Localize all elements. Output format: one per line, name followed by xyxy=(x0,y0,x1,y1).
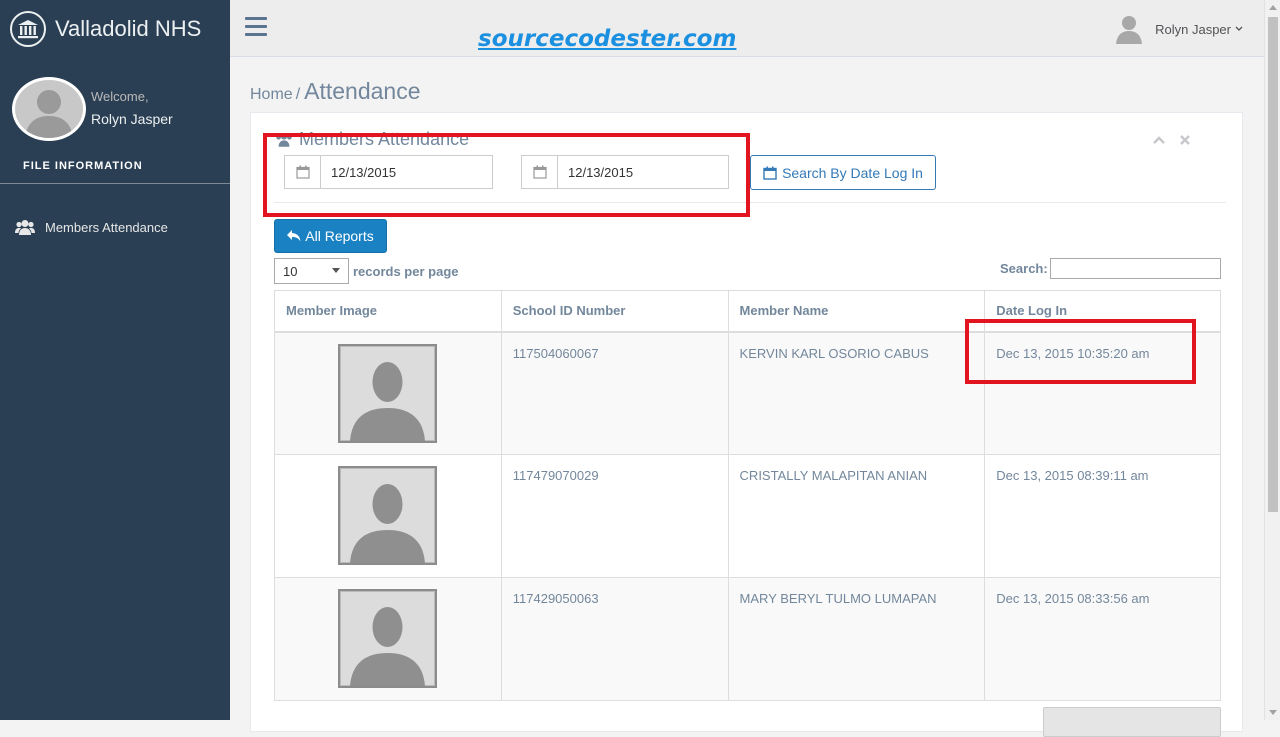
breadcrumb: Home / Attendance xyxy=(250,78,421,105)
member-image-cell xyxy=(274,577,502,701)
sidebar-item-members-attendance[interactable]: Members Attendance xyxy=(0,210,230,244)
member-image-cell xyxy=(274,454,502,578)
page-title: Attendance xyxy=(304,78,421,104)
chevron-down-icon xyxy=(1235,26,1243,31)
dropdown-arrow-icon xyxy=(332,268,340,273)
table-row: 117429050063 MARY BERYL TULMO LUMAPAN De… xyxy=(274,577,1221,701)
brand[interactable]: Valladolid NHS xyxy=(10,11,202,47)
member-avatar xyxy=(338,343,438,443)
watermark-text: sourcecodester.com xyxy=(478,26,737,52)
date-log-in-cell: Dec 13, 2015 08:33:56 am xyxy=(984,577,1221,701)
page-length-value: 10 xyxy=(283,263,298,279)
welcome-text: Welcome, xyxy=(91,89,149,104)
brand-title: Valladolid NHS xyxy=(55,16,202,41)
menu-toggle-icon[interactable] xyxy=(245,17,267,37)
breadcrumb-home[interactable]: Home xyxy=(250,86,293,104)
user-menu[interactable]: Rolyn Jasper xyxy=(1115,14,1244,44)
profile-avatar xyxy=(12,77,86,141)
reply-icon xyxy=(287,230,301,242)
page-scrollbar[interactable] xyxy=(1264,0,1280,720)
scroll-thumb[interactable] xyxy=(1268,17,1278,512)
sidebar-divider xyxy=(0,183,230,184)
annotation-box-date-range xyxy=(263,133,750,217)
panel-tools xyxy=(1152,133,1192,147)
section-title: FILE INFORMATION xyxy=(23,160,143,172)
scroll-up-icon[interactable] xyxy=(1269,5,1277,10)
all-reports-label: All Reports xyxy=(305,228,374,244)
collapse-icon[interactable] xyxy=(1152,133,1166,147)
search-input[interactable] xyxy=(1050,258,1221,279)
column-header[interactable]: School ID Number xyxy=(500,290,729,333)
member-name-cell: MARY BERYL TULMO LUMAPAN xyxy=(727,577,986,701)
school-id-cell: 117479070029 xyxy=(500,454,729,578)
page-length-select[interactable]: 10 xyxy=(274,258,349,284)
date-log-in-cell: Dec 13, 2015 08:39:11 am xyxy=(984,454,1221,578)
breadcrumb-separator: / xyxy=(295,86,301,103)
search-by-date-label: Search By Date Log In xyxy=(782,164,923,181)
records-per-page-label: records per page xyxy=(353,264,459,279)
school-id-cell: 117504060067 xyxy=(500,331,729,455)
column-header[interactable]: Member Name xyxy=(727,290,986,333)
user-name: Rolyn Jasper xyxy=(1155,21,1231,37)
member-avatar xyxy=(338,589,438,688)
member-image-cell xyxy=(274,331,502,455)
scroll-down-icon[interactable] xyxy=(1269,710,1277,715)
member-name-cell: CRISTALLY MALAPITAN ANIAN xyxy=(727,454,986,578)
sidebar: Valladolid NHS Welcome, Rolyn Jasper FIL… xyxy=(0,0,230,720)
user-avatar-icon xyxy=(1116,16,1143,44)
users-icon xyxy=(15,220,35,235)
school-id-cell: 117429050063 xyxy=(500,577,729,701)
member-avatar xyxy=(338,466,438,565)
sidebar-item-label: Members Attendance xyxy=(45,219,168,235)
close-icon[interactable] xyxy=(1178,133,1192,147)
calendar-icon xyxy=(763,166,777,180)
all-reports-button[interactable]: All Reports xyxy=(274,219,387,253)
table-row: 117479070029 CRISTALLY MALAPITAN ANIAN D… xyxy=(274,454,1221,578)
column-header[interactable]: Member Image xyxy=(274,290,502,333)
annotation-box-date-log-in xyxy=(965,319,1196,384)
top-navbar: sourcecodester.com Rolyn Jasper xyxy=(230,0,1264,57)
institution-icon xyxy=(10,11,46,47)
pagination[interactable] xyxy=(1043,707,1221,737)
profile-name: Rolyn Jasper xyxy=(91,111,173,127)
search-by-date-button[interactable]: Search By Date Log In xyxy=(750,155,936,190)
member-name-cell: KERVIN KARL OSORIO CABUS xyxy=(727,331,986,455)
search-label: Search: xyxy=(1000,261,1048,276)
